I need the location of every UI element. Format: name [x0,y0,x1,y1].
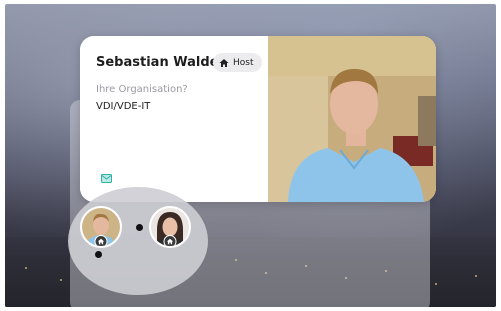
home-icon [163,235,177,246]
organization-value: VDI/VDE-IT [96,101,151,112]
participant-video [268,36,436,202]
participant-info: Sebastian Walde Host Ihre Organisation? … [80,36,268,202]
participant-card: Sebastian Walde Host Ihre Organisation? … [80,36,436,202]
home-icon [94,235,108,246]
home-icon [219,58,229,67]
organization-label: Ihre Organisation? [96,84,188,95]
host-badge-label: Host [233,57,254,68]
status-dot [136,224,143,231]
participant-avatar-1[interactable] [80,206,122,248]
message-button[interactable] [100,172,112,184]
participant-avatar-2[interactable] [149,206,191,248]
participant-name: Sebastian Walde [96,55,219,70]
status-dot [95,251,102,258]
host-badge: Host [213,53,262,72]
message-icon [100,173,112,183]
